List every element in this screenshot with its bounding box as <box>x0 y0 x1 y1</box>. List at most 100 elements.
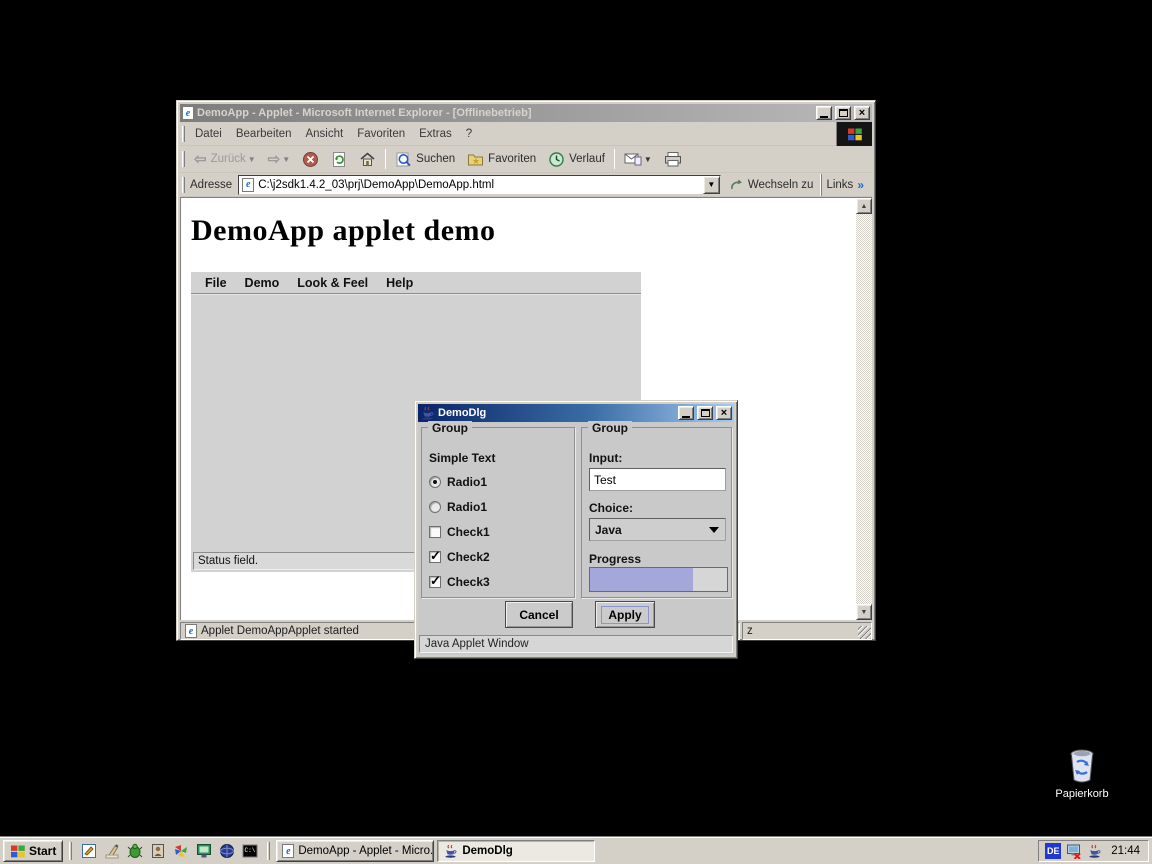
check-row-3[interactable]: Check3 <box>429 574 490 590</box>
svg-text:★: ★ <box>472 156 480 166</box>
menu-favoriten[interactable]: Favoriten <box>350 126 412 142</box>
vertical-scrollbar[interactable]: ▲ ▼ <box>856 197 872 620</box>
check-row-2[interactable]: Check2 <box>429 549 490 565</box>
recycle-bin[interactable]: Papierkorb <box>1048 748 1116 800</box>
check2-label: Check2 <box>447 550 490 564</box>
address-dropdown-button[interactable]: ▼ <box>703 176 720 194</box>
check-row-1[interactable]: Check1 <box>429 524 490 540</box>
taskbar: Start C: <box>0 837 1152 864</box>
home-button[interactable] <box>353 147 382 171</box>
cancel-button[interactable]: Cancel <box>505 601 573 628</box>
demodlg-minimize-button[interactable] <box>678 406 694 420</box>
clock[interactable]: 21:44 <box>1107 845 1140 857</box>
monitor-icon[interactable] <box>195 842 213 860</box>
history-button[interactable]: Verlauf <box>542 147 611 171</box>
input-field[interactable] <box>589 468 726 491</box>
cancel-button-label: Cancel <box>519 608 558 622</box>
input-label-row: Input: <box>589 450 622 466</box>
radio-row-2[interactable]: Radio1 <box>429 499 487 515</box>
taskbar-task-demodlg[interactable]: DemoDlg <box>437 840 595 862</box>
simple-text-label: Simple Text <box>429 451 495 465</box>
favorites-icon: ★ <box>467 151 484 167</box>
check2-checkbox[interactable] <box>429 551 441 563</box>
scroll-up-button[interactable]: ▲ <box>856 198 872 214</box>
radio1-label: Radio1 <box>447 475 487 489</box>
applet-menu-file[interactable]: File <box>196 276 236 290</box>
radio2-unselected[interactable] <box>429 501 441 513</box>
menu-datei[interactable]: Datei <box>188 126 229 142</box>
demodlg-titlebar[interactable]: DemoDlg × <box>418 404 734 422</box>
command-prompt-icon[interactable]: C:\ <box>241 842 259 860</box>
addressbar-grip[interactable] <box>182 177 185 193</box>
ie-addressbar: Adresse e C:\j2sdk1.4.2_03\prj\DemoApp\D… <box>180 173 872 197</box>
applet-menu-help[interactable]: Help <box>377 276 422 290</box>
taskbar-grip[interactable] <box>267 842 270 860</box>
resize-grip[interactable] <box>858 626 871 639</box>
forward-button[interactable]: ⇨ ▼ <box>262 147 297 171</box>
links-chevron-icon: » <box>857 178 864 192</box>
page-icon: e <box>242 178 254 192</box>
back-button[interactable]: ⇦ Zurück ▼ <box>188 147 262 171</box>
recycle-bin-icon[interactable] <box>1066 748 1098 784</box>
input-label: Input: <box>589 451 622 465</box>
back-icon: ⇦ <box>194 152 207 167</box>
apply-button[interactable]: Apply <box>595 601 655 628</box>
start-button[interactable]: Start <box>3 840 63 862</box>
progress-label-row: Progress <box>589 551 641 567</box>
recycle-bin-label[interactable]: Papierkorb <box>1048 788 1116 800</box>
menu-bearbeiten[interactable]: Bearbeiten <box>229 126 299 142</box>
mail-icon <box>624 152 642 166</box>
stop-button[interactable] <box>296 147 325 171</box>
compose-icon[interactable] <box>80 842 98 860</box>
group-left-legend: Group <box>428 421 472 435</box>
page-heading: DemoApp applet demo <box>191 214 856 248</box>
ie-maximize-button[interactable] <box>835 106 851 120</box>
search-button[interactable]: Suchen <box>389 147 461 171</box>
apply-button-label: Apply <box>601 606 648 624</box>
menu-extras[interactable]: Extras <box>412 126 459 142</box>
mail-caret-icon: ▼ <box>644 155 652 164</box>
menu-ansicht[interactable]: Ansicht <box>298 126 350 142</box>
choice-combobox[interactable]: Java <box>589 518 726 541</box>
signing-hand-icon[interactable] <box>103 842 121 860</box>
address-field[interactable]: e C:\j2sdk1.4.2_03\prj\DemoApp\DemoApp.h… <box>238 175 721 195</box>
ie-minimize-button[interactable] <box>816 106 832 120</box>
refresh-button[interactable] <box>325 147 353 171</box>
progress-label: Progress <box>589 552 641 566</box>
taskbar-task-demoapp[interactable]: e DemoApp - Applet - Micro... <box>276 840 434 862</box>
address-url[interactable]: C:\j2sdk1.4.2_03\prj\DemoApp\DemoApp.htm… <box>258 179 699 191</box>
radio1-selected[interactable] <box>429 476 441 488</box>
pinwheel-icon[interactable] <box>172 842 190 860</box>
mail-button[interactable]: ▼ <box>618 147 658 171</box>
go-button[interactable]: Wechseln zu <box>721 174 822 196</box>
radio-row-1[interactable]: Radio1 <box>429 474 487 490</box>
applet-menu-lookfeel[interactable]: Look & Feel <box>288 276 377 290</box>
favorites-button[interactable]: ★ Favoriten <box>461 147 542 171</box>
java-cup-icon <box>420 406 435 421</box>
task-demodlg-label: DemoDlg <box>462 845 512 857</box>
portrait-icon[interactable] <box>149 842 167 860</box>
menubar-grip[interactable] <box>182 126 185 142</box>
scroll-down-button[interactable]: ▼ <box>856 604 872 620</box>
menu-hilfe[interactable]: ? <box>459 126 479 142</box>
print-button[interactable] <box>658 147 688 171</box>
bug-icon[interactable] <box>126 842 144 860</box>
demodlg-maximize-button[interactable] <box>697 406 713 420</box>
check3-checkbox[interactable] <box>429 576 441 588</box>
combo-arrow-button[interactable] <box>703 527 725 533</box>
ie-close-button[interactable]: × <box>854 106 870 120</box>
taskbar-grip[interactable] <box>69 842 72 860</box>
globe-icon[interactable] <box>218 842 236 860</box>
status-page-icon: e <box>185 624 197 638</box>
address-label: Adresse <box>188 179 238 191</box>
home-icon <box>359 151 376 167</box>
language-indicator[interactable]: DE <box>1045 843 1061 859</box>
demodlg-close-button[interactable]: × <box>716 406 732 420</box>
ie-titlebar[interactable]: e DemoApp - Applet - Microsoft Internet … <box>180 104 872 122</box>
applet-menu-demo[interactable]: Demo <box>236 276 289 290</box>
links-section[interactable]: Links » <box>821 174 870 196</box>
offline-network-icon[interactable] <box>1066 843 1082 859</box>
toolbar-grip[interactable] <box>182 151 185 167</box>
java-tray-icon[interactable] <box>1087 844 1102 859</box>
check1-checkbox[interactable] <box>429 526 441 538</box>
